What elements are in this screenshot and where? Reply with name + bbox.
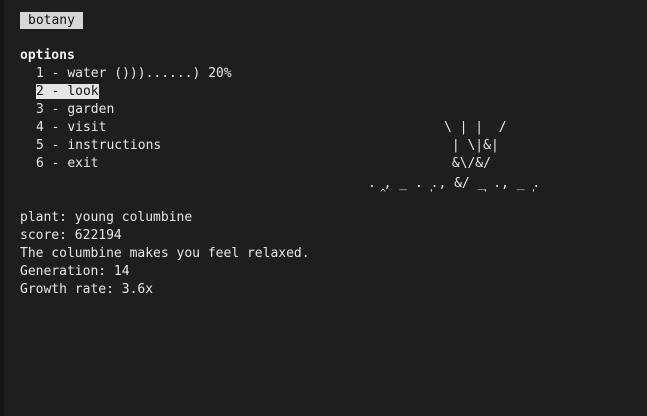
menu-item-number: 3: [36, 102, 44, 117]
plant-art-line-2: | \|&|: [444, 138, 499, 153]
menu-item-look[interactable]: 2 - look: [36, 83, 99, 101]
menu-item-number: 2: [36, 84, 44, 99]
menu-item-selected: 2 - look: [36, 84, 99, 99]
app-title: botany: [20, 12, 83, 29]
menu-item-exit[interactable]: 6 - exit: [36, 155, 99, 173]
menu-item-number: 4: [36, 120, 44, 135]
menu-header: options: [20, 48, 75, 63]
menu-item-label: water ()))......) 20%: [67, 66, 232, 81]
menu-item-label: exit: [67, 156, 99, 171]
plant-status: plant: young columbine: [20, 210, 193, 225]
growth-rate: Growth rate: 3.6x: [20, 282, 154, 297]
score: score: 622194: [20, 228, 122, 243]
plant-art-line-3: &\/&/: [444, 156, 491, 171]
menu-item-number: 6: [36, 156, 44, 171]
menu-item-instructions[interactable]: 5 - instructions: [36, 137, 161, 155]
menu-item-water[interactable]: 1 - water ()))......) 20%: [36, 65, 232, 83]
menu-item-garden[interactable]: 3 - garden: [36, 101, 114, 119]
menu-item-visit[interactable]: 4 - visit: [36, 119, 106, 137]
plant-message: The columbine makes you feel relaxed.: [20, 246, 310, 261]
plant-art-ground-marks: ^ ' ' ': [368, 188, 537, 199]
menu-item-number: 1: [36, 66, 44, 81]
menu-item-number: 5: [36, 138, 44, 153]
window-edge: [0, 0, 4, 416]
generation: Generation: 14: [20, 264, 130, 279]
plant-art-line-1: \ | | /: [444, 120, 507, 135]
menu-item-label: visit: [67, 120, 107, 135]
menu-item-label: garden: [67, 102, 115, 117]
menu-item-label: instructions: [67, 138, 162, 153]
menu-item-label: look: [67, 84, 99, 99]
